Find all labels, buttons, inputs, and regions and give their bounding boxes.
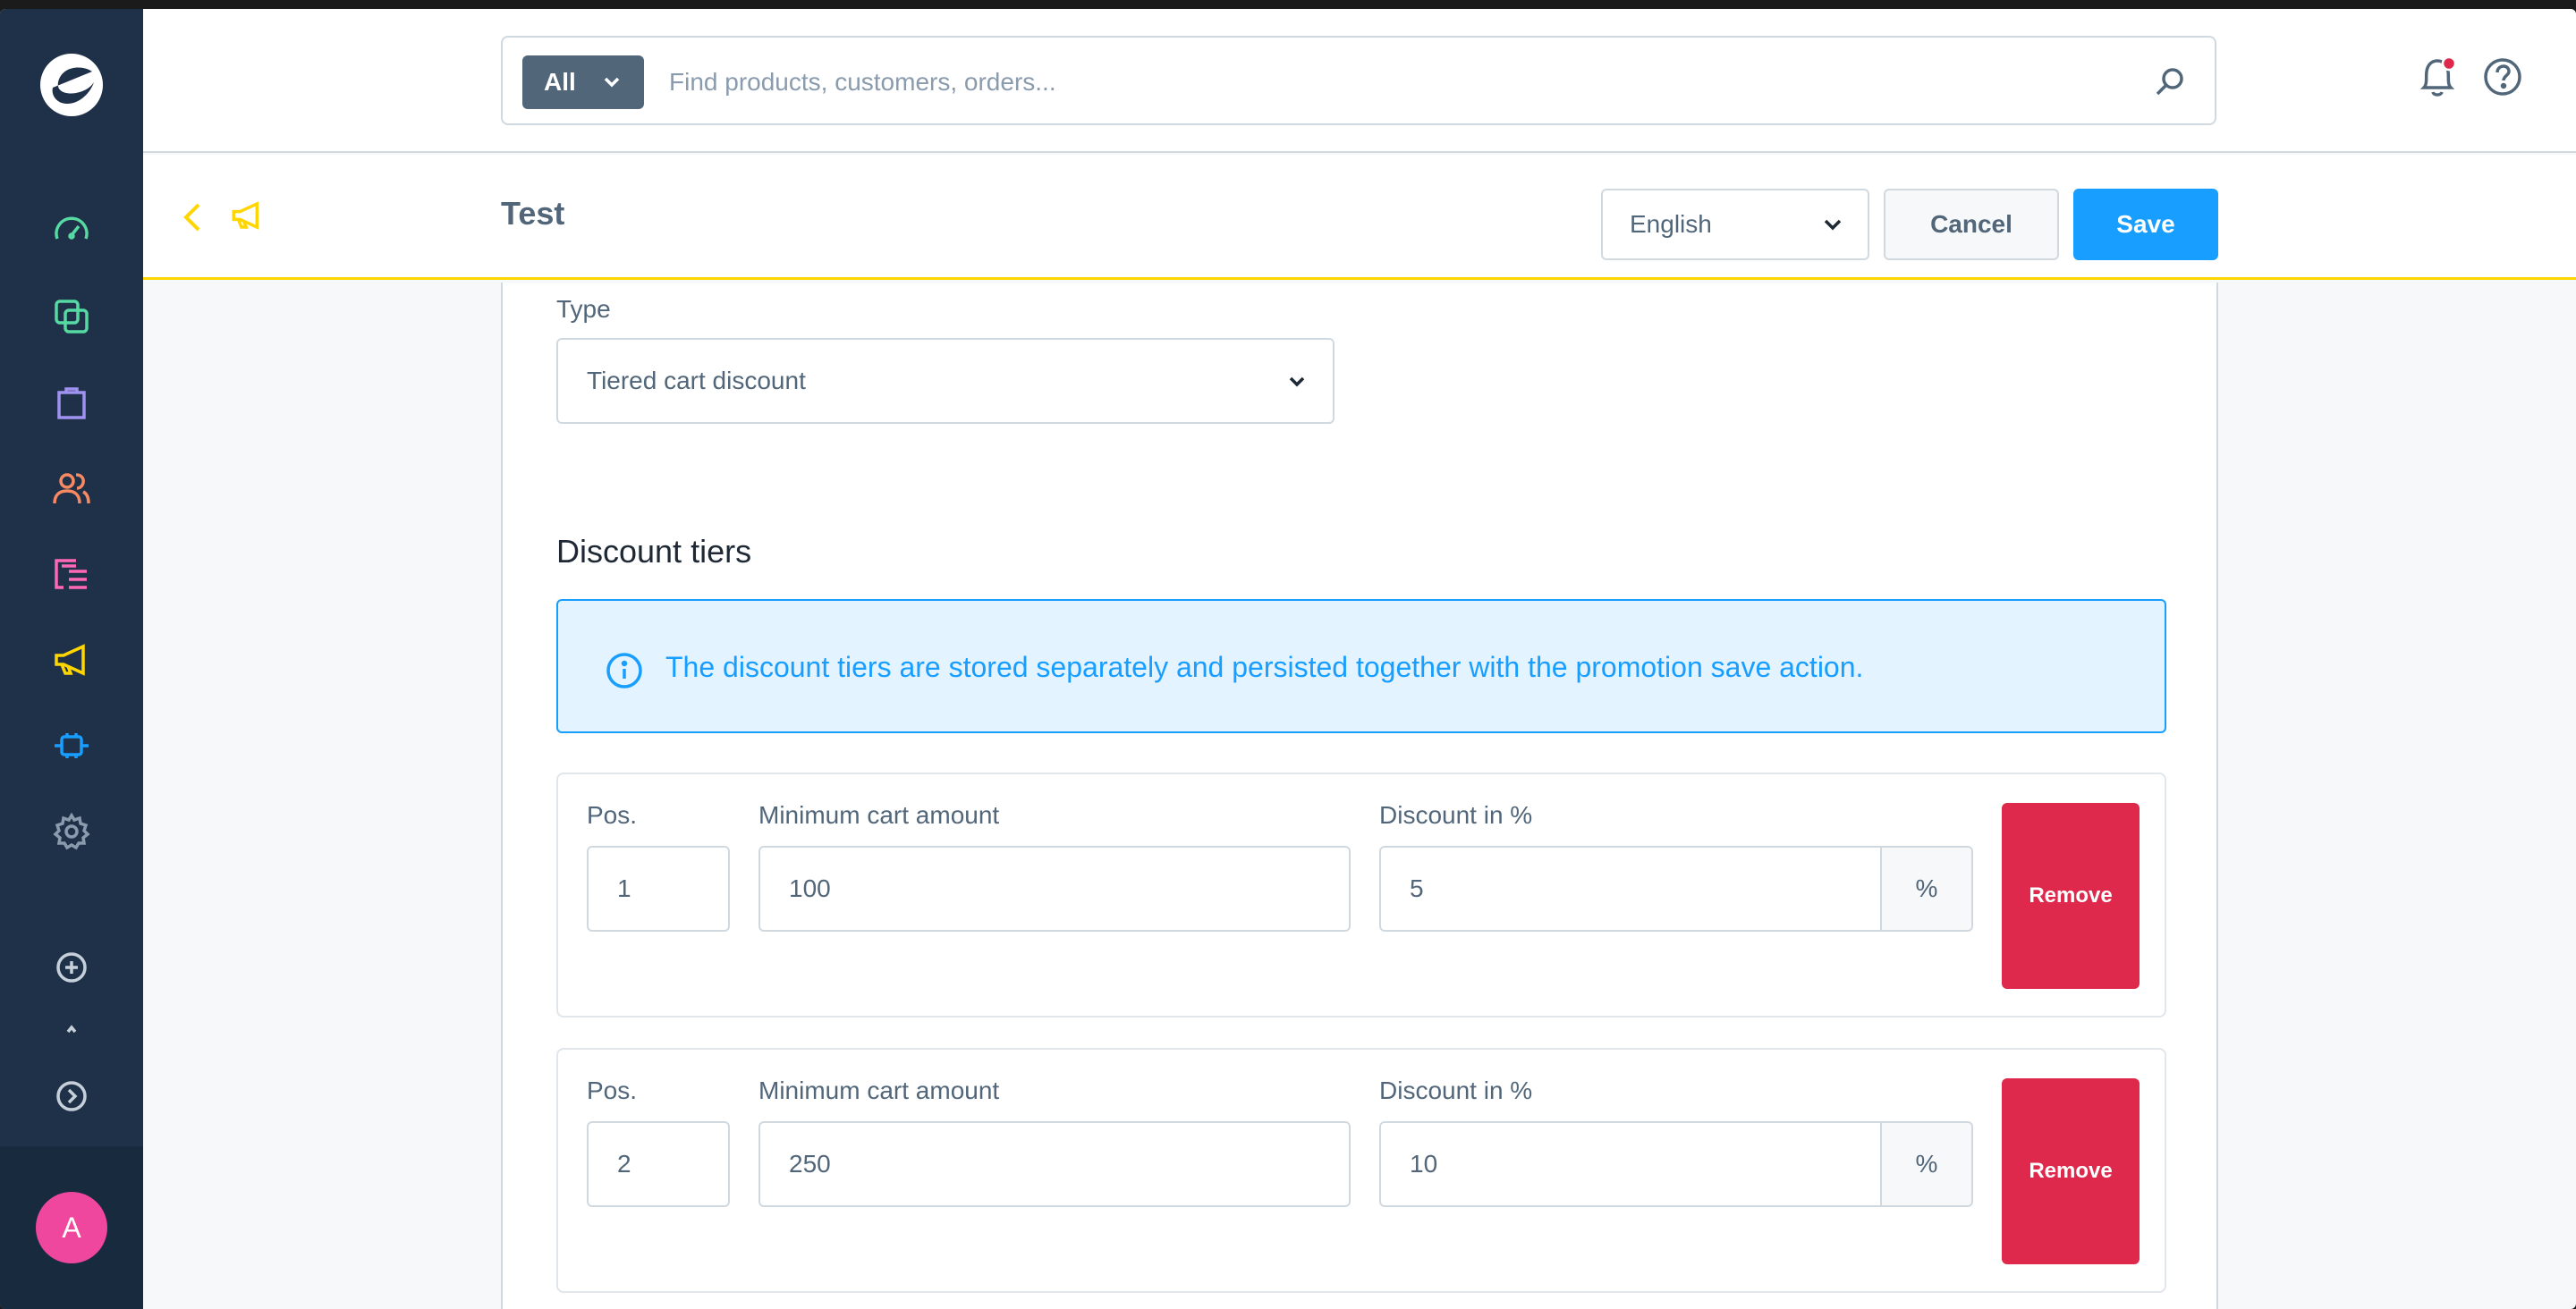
- language-switch[interactable]: English: [1601, 189, 1869, 260]
- extensions-icon[interactable]: [47, 721, 97, 771]
- discount-percent-input[interactable]: 5: [1379, 846, 1882, 932]
- notifications-bell-icon[interactable]: [2415, 54, 2460, 100]
- info-alert-text: The discount tiers are stored separately…: [665, 651, 1864, 683]
- chevron-up-icon[interactable]: [47, 1018, 97, 1039]
- marketing-icon[interactable]: [47, 635, 97, 685]
- pos-label: Pos.: [587, 1077, 638, 1104]
- type-field-label: Type: [556, 295, 611, 323]
- search-icon[interactable]: [2152, 64, 2188, 100]
- discount-percent-input[interactable]: 10: [1379, 1121, 1882, 1207]
- back-chevron-icon[interactable]: [179, 199, 206, 235]
- smart-bar: Test English Cancel Save: [143, 155, 2576, 280]
- content-icon[interactable]: [47, 549, 97, 599]
- remove-tier-button[interactable]: Remove: [2002, 803, 2140, 989]
- orders-icon[interactable]: [47, 377, 97, 427]
- chevron-down-icon: [1824, 219, 1842, 231]
- global-header: All: [143, 9, 2576, 153]
- chevron-down-icon: [1289, 376, 1305, 387]
- customers-icon[interactable]: [47, 463, 97, 513]
- pos-input[interactable]: 2: [587, 1121, 730, 1207]
- marketing-module-icon: [232, 201, 259, 230]
- discount-tier-row: Pos. 1 Minimum cart amount 100 Discount …: [556, 773, 2166, 1018]
- add-circle-icon[interactable]: [47, 942, 97, 992]
- app-window: A All Test: [0, 9, 2576, 1309]
- min-cart-amount-label: Minimum cart amount: [758, 801, 1000, 829]
- expand-sidebar-icon[interactable]: [47, 1071, 97, 1121]
- type-select[interactable]: Tiered cart discount: [556, 338, 1335, 424]
- search-input[interactable]: [669, 55, 2100, 109]
- settings-icon[interactable]: [47, 807, 97, 857]
- search-type-label: All: [544, 68, 576, 96]
- min-cart-amount-label: Minimum cart amount: [758, 1077, 1000, 1104]
- promotion-detail-card: Type Tiered cart discount Discount tiers…: [501, 283, 2218, 1309]
- pos-label: Pos.: [587, 801, 638, 829]
- discount-tier-row: Pos. 2 Minimum cart amount 250 Discount …: [556, 1048, 2166, 1293]
- discount-tiers-heading: Discount tiers: [556, 533, 752, 570]
- min-cart-amount-input[interactable]: 100: [758, 846, 1351, 932]
- info-alert: The discount tiers are stored separately…: [556, 599, 2166, 733]
- page-title: Test: [501, 195, 565, 232]
- user-avatar[interactable]: A: [36, 1192, 107, 1263]
- global-search: All: [501, 36, 2216, 125]
- cancel-button[interactable]: Cancel: [1884, 189, 2059, 260]
- shopware-logo-icon[interactable]: [38, 52, 105, 118]
- discount-percent-label: Discount in %: [1379, 801, 1533, 829]
- type-select-value: Tiered cart discount: [587, 367, 806, 394]
- help-icon[interactable]: [2481, 55, 2524, 98]
- catalog-icon[interactable]: [47, 291, 97, 342]
- dashboard-icon[interactable]: [47, 206, 97, 256]
- remove-tier-button[interactable]: Remove: [2002, 1078, 2140, 1264]
- pos-input[interactable]: 1: [587, 846, 730, 932]
- save-button[interactable]: Save: [2073, 189, 2218, 260]
- chevron-down-icon: [604, 77, 620, 88]
- percent-suffix: %: [1882, 1121, 1973, 1207]
- percent-suffix: %: [1882, 846, 1973, 932]
- discount-percent-label: Discount in %: [1379, 1077, 1533, 1104]
- search-type-dropdown[interactable]: All: [522, 55, 644, 109]
- min-cart-amount-input[interactable]: 250: [758, 1121, 1351, 1207]
- info-icon: [606, 653, 642, 688]
- admin-sidebar: A: [0, 9, 143, 1309]
- language-label: English: [1630, 210, 1712, 238]
